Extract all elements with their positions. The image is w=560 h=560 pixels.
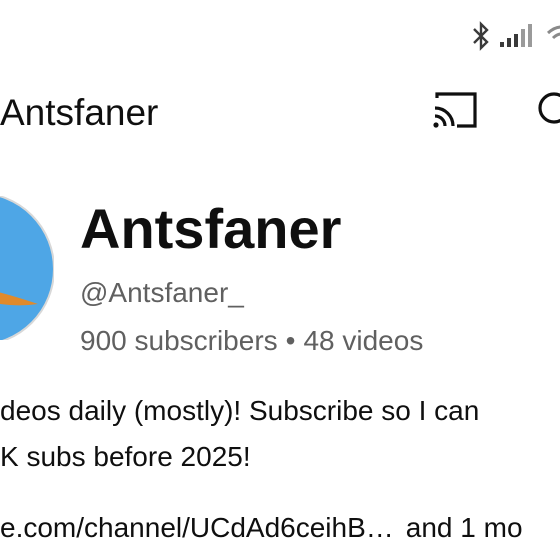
channel-handle: @Antsfaner_	[80, 277, 244, 308]
app-bar-title: Antsfaner	[0, 92, 159, 133]
channel-description[interactable]: deos daily (mostly)! Subscribe so I can …	[0, 388, 560, 480]
cast-icon	[431, 91, 477, 133]
cast-button[interactable]	[428, 90, 480, 134]
channel-stats: 900 subscribers • 48 videos	[80, 322, 423, 360]
avatar[interactable]	[0, 196, 54, 340]
signal-icon	[500, 24, 538, 48]
description-line: K subs before 2025!	[0, 441, 251, 472]
bluetooth-icon	[470, 21, 492, 51]
status-bar	[470, 18, 560, 54]
channel-links: e.com/channel/UCdAd6ceihB… and 1 mo	[0, 508, 523, 548]
search-button[interactable]	[526, 84, 560, 134]
youtube-channel-screen: Antsfaner Antsfaner @Antsfaner_ 900 subs…	[0, 0, 560, 560]
search-icon	[526, 92, 560, 138]
channel-name: Antsfaner	[80, 197, 342, 260]
more-links-button[interactable]: and 1 mo	[394, 512, 523, 543]
description-line: deos daily (mostly)! Subscribe so I can	[0, 395, 480, 426]
wifi-icon	[546, 23, 560, 49]
video-count: 48 videos	[303, 325, 424, 356]
channel-link[interactable]: e.com/channel/UCdAd6ceihB…	[0, 512, 394, 543]
subscriber-count: 900 subscribers	[80, 325, 278, 356]
stats-separator: •	[285, 325, 296, 356]
